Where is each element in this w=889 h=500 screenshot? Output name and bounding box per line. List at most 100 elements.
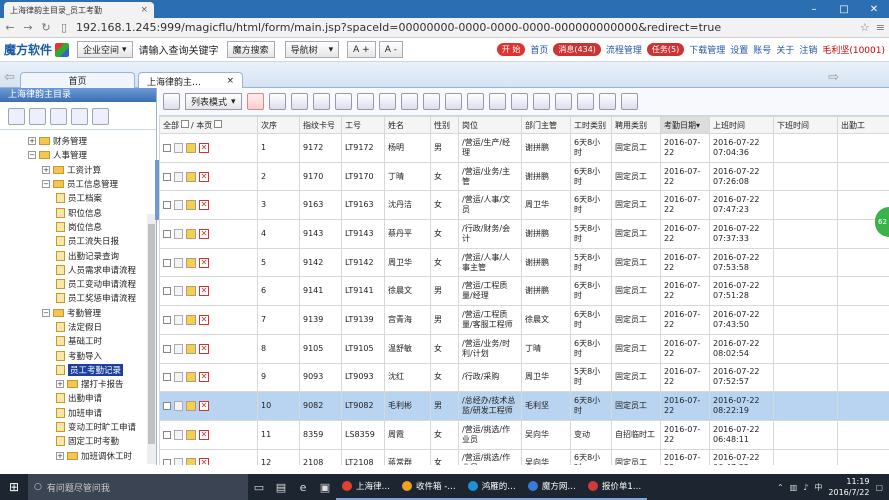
view-icon[interactable] — [174, 343, 183, 354]
delete-icon[interactable]: ✕ — [199, 429, 209, 440]
close-icon[interactable]: × — [140, 5, 148, 15]
chevron-up-icon[interactable]: ⌃ — [777, 483, 784, 492]
table-row[interactable]: ✕ 4 9143 LT9143 蔡丹平女/行政/财务/会计 谢拼鹏 5天8小时 固定员工 201… — [159, 219, 889, 249]
taskbar-app[interactable]: 鸿雁的… — [461, 474, 522, 500]
grid-tool-icon[interactable] — [554, 93, 572, 110]
table-row[interactable]: ✕ 5 9142 LT9142 周卫华女/营运/人事/人事主管 谢拼鹏 5天8小时 固定员工 2… — [159, 247, 889, 278]
edit-icon[interactable] — [186, 200, 196, 211]
grid-tool-icon[interactable] — [312, 93, 330, 110]
forward-icon[interactable]: → — [22, 21, 34, 34]
delete-icon[interactable]: ✕ — [199, 200, 209, 211]
table-row[interactable]: ✕ 1 9172 LT9172 杨明男/营运/生产/经理 谢拼鹏 6天8小时 固定员工 2016… — [159, 133, 889, 163]
tree-item[interactable]: 员工档案 — [0, 191, 156, 205]
windows-start-icon[interactable]: ⊞ — [0, 480, 28, 494]
export-icon[interactable] — [163, 93, 180, 110]
select-all-header[interactable]: 全部 / 本页 — [159, 116, 258, 134]
tree-item[interactable]: − 员工信息管理 — [0, 177, 156, 191]
view-icon[interactable] — [174, 372, 183, 383]
flow-link[interactable]: 流程管理 — [606, 43, 642, 56]
edit-icon[interactable] — [186, 458, 196, 465]
row-checkbox[interactable] — [163, 459, 171, 465]
row-checkbox[interactable] — [163, 258, 171, 267]
tree-item[interactable]: 出勤申请 — [0, 391, 156, 405]
delete-icon[interactable]: ✕ — [199, 142, 209, 153]
delete-icon[interactable]: ✕ — [199, 286, 209, 297]
view-icon[interactable] — [174, 429, 183, 440]
tab-scroll-left-icon[interactable]: ⇦ — [4, 70, 15, 85]
tree-item[interactable]: +变动工时考勤报告 — [0, 463, 156, 465]
row-checkbox[interactable] — [163, 373, 171, 382]
font-up-button[interactable]: A + — [347, 41, 376, 58]
col-dept-mgr[interactable]: 部门主管 — [521, 116, 571, 134]
edge-icon[interactable]: e — [292, 474, 314, 500]
grid-tool-icon[interactable] — [334, 93, 352, 110]
search-button[interactable]: 魔方搜索 — [226, 41, 275, 58]
view-icon[interactable] — [174, 458, 183, 465]
col-work-type[interactable]: 工时类别 — [570, 116, 612, 134]
taskbar-app[interactable]: 收件箱 -… — [396, 474, 462, 500]
col-on-time[interactable]: 上班时间 — [709, 116, 774, 134]
table-row[interactable]: ✕ 3 9163 LT9163 沈丹洁女/营运/人事/文员 周卫华 6天8小时 固定员工 201… — [159, 190, 889, 221]
menu-icon[interactable]: ≡ — [876, 21, 885, 34]
table-row[interactable]: ✕122108LT2108蒋常群女/营运/挑选/作业员吴向华6天8小时固定员工2… — [159, 448, 889, 465]
start-button[interactable]: 开 始 — [496, 43, 526, 56]
font-down-button[interactable]: A - — [378, 41, 403, 58]
filter-icon[interactable] — [488, 93, 506, 110]
expand-icon[interactable]: + — [56, 451, 64, 460]
grid-tool-icon[interactable] — [444, 93, 462, 110]
table-row[interactable]: ✕ 7 9139 LT9139 宫青海男/营运/工程质量/客服工程师 徐晨文 6天8小时 固定… — [159, 305, 889, 335]
grid-tool-icon[interactable] — [532, 93, 550, 110]
edit-icon[interactable] — [186, 257, 196, 268]
minimize-icon[interactable]: – — [799, 0, 829, 18]
row-checkbox[interactable] — [163, 143, 171, 152]
folder-icon[interactable]: ▤ — [270, 474, 292, 500]
close-window-icon[interactable]: ✕ — [859, 0, 889, 18]
tree-item[interactable]: + 财务管理 — [0, 134, 156, 148]
grid-tool-icon[interactable] — [466, 93, 484, 110]
tree-item[interactable]: 职位信息 — [0, 205, 156, 219]
delete-icon[interactable]: ✕ — [199, 171, 209, 182]
tree-item[interactable]: 考勤导入 — [0, 348, 156, 362]
tree-item[interactable]: 变动工时旷工申请 — [0, 420, 156, 434]
edit-icon[interactable] — [186, 401, 196, 412]
browser-tab[interactable]: 上海律韵主目录_员工考勤 × — [4, 2, 154, 18]
delete-icon[interactable]: ✕ — [199, 257, 209, 268]
tree-item[interactable]: 岗位信息 — [0, 220, 156, 234]
close-icon[interactable]: × — [226, 76, 234, 86]
grid-tool-icon[interactable] — [290, 93, 308, 110]
edit-icon[interactable] — [186, 228, 196, 239]
table-row[interactable]: ✕ 8 9105 LT9105 温舒敏女/营运/业务/时利/计划 丁晴 6天8小时 固定员工 2… — [159, 333, 889, 364]
expand-icon[interactable]: + — [28, 137, 36, 146]
edit-icon[interactable] — [186, 429, 196, 440]
sidebar-scrollbar[interactable] — [147, 214, 156, 464]
view-icon[interactable] — [174, 142, 183, 153]
tree-tool-icon[interactable] — [8, 108, 25, 125]
tree-item[interactable]: 员工变动申请流程 — [0, 277, 156, 291]
row-checkbox[interactable] — [163, 287, 171, 296]
grid-tool-icon[interactable] — [598, 93, 616, 110]
tab-scroll-right-icon[interactable]: ⇨ — [828, 70, 839, 85]
taskbar-app[interactable]: 魔方网… — [521, 474, 582, 500]
delete-icon[interactable]: ✕ — [199, 372, 209, 383]
view-icon[interactable] — [174, 228, 183, 239]
table-row[interactable]: ✕ 9 9093 LT9093 沈红女/行政/采购 周卫华 5天8小时 固定员工 2016-07… — [159, 362, 889, 393]
col-hire-type[interactable]: 聘用类别 — [611, 116, 661, 134]
table-row[interactable]: ✕ 10 9082 LT9082 毛利彬男/总经办/技术总监/研发工程师 毛利坚 6天8小时… — [159, 391, 889, 421]
about-link[interactable]: 关于 — [776, 43, 794, 56]
star-icon[interactable]: ☆ — [860, 21, 870, 34]
tree-item[interactable]: − 人事管理 — [0, 148, 156, 162]
col-empno[interactable]: 工号 — [341, 116, 385, 134]
delete-icon[interactable]: ✕ — [199, 458, 209, 465]
row-checkbox[interactable] — [163, 229, 171, 238]
view-icon[interactable] — [174, 286, 183, 297]
grid-tool-icon[interactable] — [356, 93, 374, 110]
tree-tool-icon[interactable] — [50, 108, 67, 125]
edit-icon[interactable] — [186, 142, 196, 153]
col-post[interactable]: 岗位 — [458, 116, 522, 134]
taskbar-app[interactable]: 报价单1… — [581, 474, 648, 500]
collapse-icon[interactable]: − — [42, 308, 50, 317]
table-row[interactable]: ✕ 6 9141 LT9141 徐晨文男/营运/工程质量/经理 谢拼鹏 6天8小时 固定员工 2… — [159, 276, 889, 307]
network-icon[interactable]: ▥ — [790, 483, 798, 492]
col-gender[interactable]: 性别 — [430, 116, 459, 134]
ime-indicator[interactable]: 中 — [814, 482, 822, 493]
